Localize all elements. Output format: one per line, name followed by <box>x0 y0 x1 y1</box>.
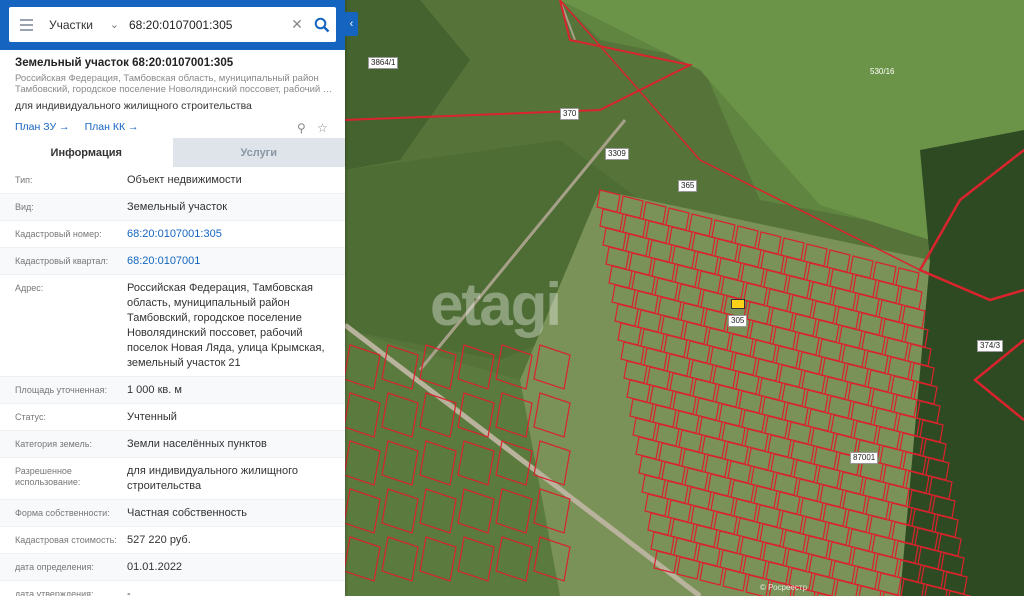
info-key: дата определения: <box>15 562 94 572</box>
info-value[interactable]: 68:20:0107001:305 <box>127 227 327 242</box>
tab-services[interactable]: Услуги <box>172 138 345 167</box>
info-row: дата утверждения: - <box>0 581 345 596</box>
info-key: Кадастровый номер: <box>15 229 102 239</box>
tabs: Информация Услуги <box>0 138 345 167</box>
info-key: Форма собственности: <box>15 508 110 518</box>
plan-zu-link[interactable]: План ЗУ → <box>15 121 70 133</box>
info-value: 1 000 кв. м <box>127 384 182 396</box>
info-value: Частная собственность <box>127 507 248 519</box>
plan-kk-link[interactable]: План КК → <box>85 121 139 133</box>
search-button[interactable] <box>308 7 336 42</box>
info-value: 527 220 руб. <box>127 534 191 546</box>
info-row: Вид: Земельный участок <box>0 194 345 221</box>
category-label: Участки <box>49 17 93 32</box>
info-value: Земли населённых пунктов <box>127 438 267 450</box>
search-box: Участки ⌄ ✕ <box>9 7 336 42</box>
plan-links: План ЗУ → План КК → ⚲ ☆ <box>15 121 330 137</box>
info-key: Статус: <box>15 412 46 422</box>
info-key: Адрес: <box>15 283 44 293</box>
info-value[interactable]: 68:20:0107001 <box>127 254 327 269</box>
info-value: 01.01.2022 <box>127 561 183 573</box>
star-icon[interactable]: ☆ <box>317 121 328 135</box>
info-key: Вид: <box>15 202 34 212</box>
parcel-label: 3309 <box>605 148 629 160</box>
parcel-label: 3864/1 <box>368 57 399 69</box>
info-value: - <box>127 588 131 596</box>
info-key: Кадастровая стоимость: <box>15 535 117 545</box>
parcel-label: 530/16 <box>870 67 895 76</box>
info-row: Площадь уточненная: 1 000 кв. м <box>0 377 345 404</box>
parcel-label: 374/3 <box>977 340 1004 352</box>
chevron-down-icon: ⌄ <box>109 19 119 31</box>
object-header: Земельный участок 68:20:0107001:305 Росс… <box>0 52 345 137</box>
chevron-left-icon: ‹ <box>349 18 354 30</box>
info-row: дата определения: 01.01.2022 <box>0 554 345 581</box>
selected-parcel[interactable] <box>731 299 745 309</box>
parcel-label: 370 <box>560 108 580 120</box>
info-key: Площадь уточненная: <box>15 385 107 395</box>
info-value: Российская Федерация, Тамбовская область… <box>127 282 325 369</box>
info-row: Кадастровая стоимость: 527 220 руб. <box>0 527 345 554</box>
tab-info[interactable]: Информация <box>0 138 173 167</box>
info-row: Кадастровый номер: 68:20:0107001:305 <box>0 221 345 248</box>
info-row: Статус: Учтенный <box>0 404 345 431</box>
watermark: etagi <box>430 271 562 338</box>
info-row: Тип: Объект недвижимости <box>0 167 345 194</box>
parcel-label: 87001 <box>850 452 879 464</box>
parcel-label: 365 <box>678 180 698 192</box>
info-key: Тип: <box>15 175 33 185</box>
info-key: Кадастровый квартал: <box>15 256 109 266</box>
info-panel: Участки ⌄ ✕ Земельный участок 68:20:0107… <box>0 0 345 596</box>
search-area-icon[interactable]: ⚲ <box>297 121 306 135</box>
info-value: Объект недвижимости <box>127 174 242 186</box>
info-row: Кадастровый квартал: 68:20:0107001 <box>0 248 345 275</box>
parcel-label: 305 <box>728 315 748 327</box>
info-row: Категория земель: Земли населённых пункто… <box>0 431 345 458</box>
object-usage: для индивидуального жилищного строительс… <box>15 100 252 112</box>
object-address-line: Тамбовский, городское поселение Новоляди… <box>15 84 333 95</box>
info-value: Учтенный <box>127 411 177 423</box>
collapse-panel-button[interactable]: ‹ <box>345 12 358 36</box>
search-bar: Участки ⌄ ✕ <box>0 0 345 50</box>
search-input[interactable] <box>123 7 286 42</box>
category-select[interactable]: Участки ⌄ <box>43 7 123 42</box>
info-key: дата утверждения: <box>15 589 94 596</box>
info-table: Тип: Объект недвижимости Вид: Земельный уча… <box>0 167 345 596</box>
info-key: Категория земель: <box>15 439 92 449</box>
info-row: Адрес: Российская Федерация, Тамбовская о… <box>0 275 345 377</box>
info-key: Разрешенное использование: <box>15 466 81 487</box>
object-title: Земельный участок 68:20:0107001:305 <box>15 57 234 69</box>
info-row: Форма собственности: Частная собственност… <box>0 500 345 527</box>
object-address-line: Российская Федерация, Тамбовская область… <box>15 73 319 84</box>
close-icon[interactable]: ✕ <box>286 7 308 42</box>
search-icon <box>314 17 330 32</box>
map-copyright: © Росреестр <box>760 583 808 592</box>
info-value: Земельный участок <box>127 201 228 213</box>
info-row: Разрешенное использование: для индивидуал… <box>0 458 345 500</box>
info-value: для индивидуального жилищного строительс… <box>127 465 299 492</box>
menu-icon[interactable] <box>9 7 43 42</box>
